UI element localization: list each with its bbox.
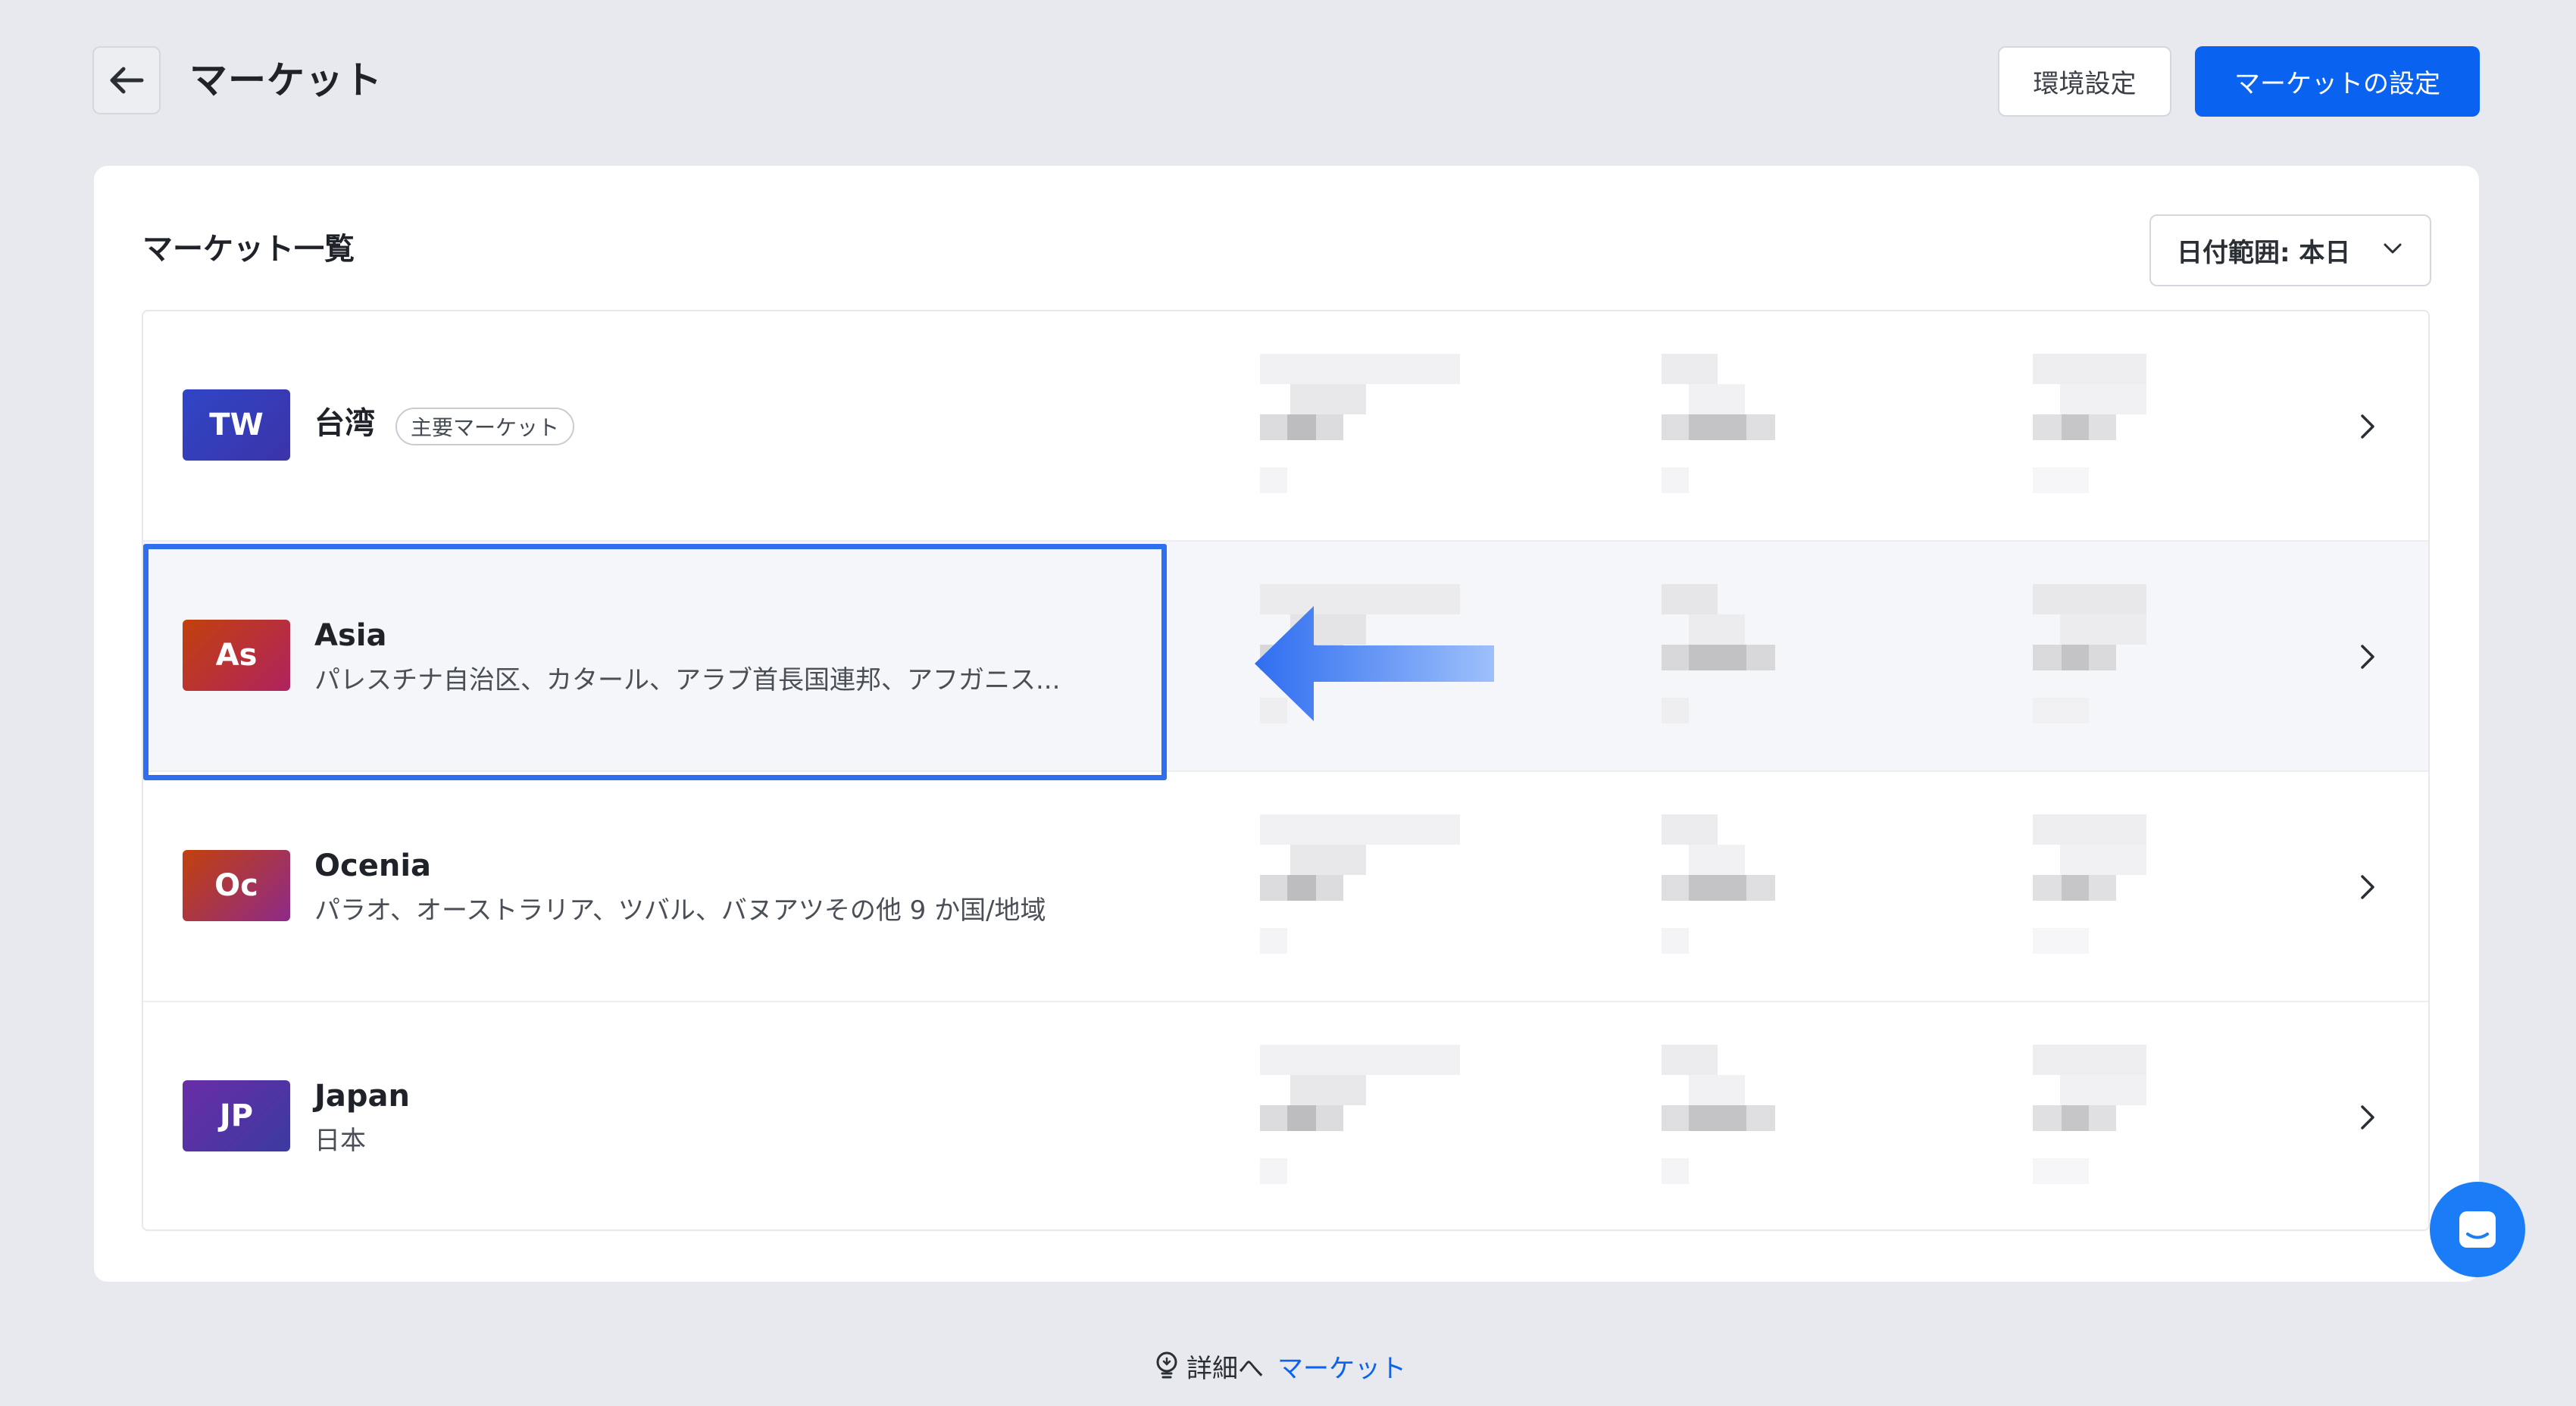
market-description: 日本 [314, 1126, 366, 1156]
market-list-title: マーケット一覧 [142, 232, 355, 267]
lightbulb-icon [1156, 1351, 1177, 1379]
market-description: パラオ、オーストラリア、ツバル、バヌアツその他 9 か国/地域 [314, 895, 1046, 926]
date-range-dropdown[interactable]: 日付範囲: 本日 [2149, 214, 2431, 286]
primary-market-tag: 主要マーケット [395, 408, 575, 445]
chevron-right-icon [2361, 1105, 2374, 1129]
highlight-box [143, 544, 1167, 780]
chevron-right-icon [2361, 875, 2374, 899]
help-footer: 詳細へ マーケット [1153, 1345, 1406, 1387]
arrow-left-icon [110, 67, 144, 94]
market-settings-button[interactable]: マーケットの設定 [2195, 46, 2480, 117]
market-name: 台湾 [314, 406, 375, 441]
environment-settings-button[interactable]: 環境設定 [1998, 46, 2171, 117]
market-name: Japan [314, 1079, 410, 1114]
arrow-left-icon [1255, 606, 1494, 721]
chevron-right-icon [2361, 645, 2374, 669]
page-title: マーケット [189, 58, 383, 102]
chat-launcher-button[interactable] [2430, 1182, 2525, 1277]
help-link[interactable]: マーケット [1277, 1348, 1406, 1385]
market-row-tw[interactable]: TW 台湾 主要マーケット [143, 311, 2428, 542]
market-row-ocenia[interactable]: Oc Ocenia パラオ、オーストラリア、ツバル、バヌアツその他 9 か国/地… [143, 772, 2428, 1002]
chat-icon [2459, 1211, 2496, 1248]
market-badge: Oc [183, 850, 290, 921]
chevron-down-icon [2384, 243, 2402, 254]
chevron-right-icon [2361, 414, 2374, 439]
market-row-japan[interactable]: JP Japan 日本 [143, 1002, 2428, 1229]
market-name: Ocenia [314, 848, 432, 883]
back-button[interactable] [92, 46, 161, 114]
market-badge: TW [183, 389, 290, 461]
help-text: 詳細へ [1186, 1353, 1264, 1384]
market-badge: JP [183, 1080, 290, 1151]
page-header: マーケット 環境設定 マーケットの設定 [0, 0, 2576, 152]
date-range-label: 日付範囲: 本日 [2177, 238, 2351, 268]
